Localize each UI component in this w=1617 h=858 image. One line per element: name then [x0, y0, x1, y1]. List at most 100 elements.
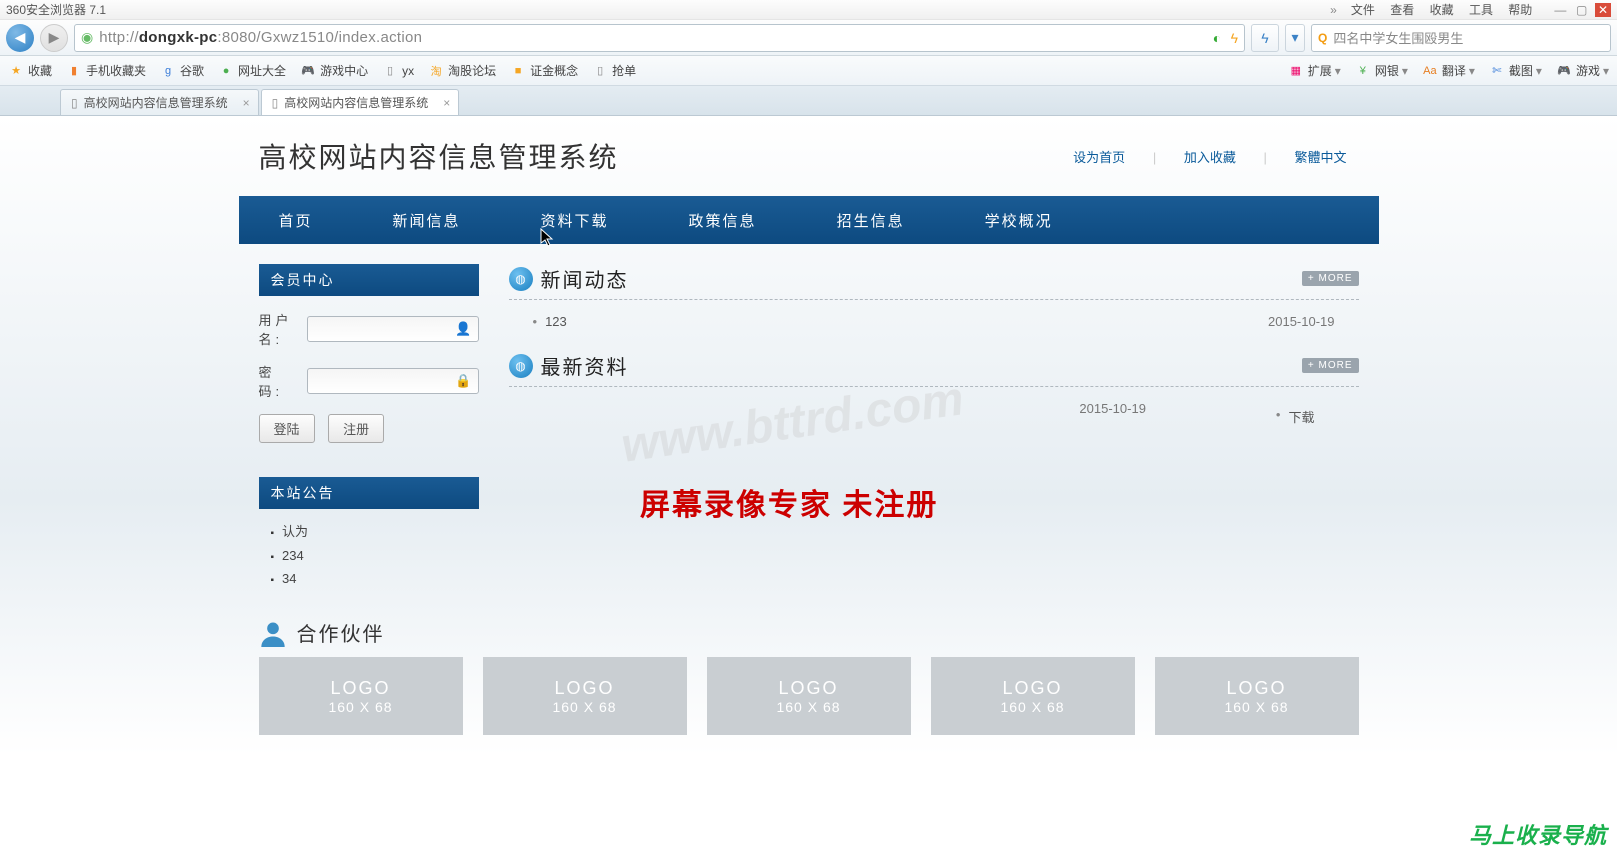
news-header: ◍ 新闻动态 + MORE [509, 264, 1359, 300]
max-button[interactable]: ▢ [1574, 3, 1590, 17]
resources-more-button[interactable]: + MORE [1302, 358, 1359, 373]
notice-item[interactable]: 认为 [263, 517, 475, 544]
bookmark-icon: ★ [8, 63, 24, 79]
link-add-fav[interactable]: 加入收藏 [1184, 150, 1236, 165]
toolbar-item[interactable]: 🎮游戏▾ [1556, 62, 1609, 79]
password-label: 密 码: [259, 362, 307, 400]
menu-help[interactable]: 帮助 [1508, 3, 1532, 17]
bookmarks-bar: ★收藏 ▮手机收藏夹 g谷歌 ●网址大全 🎮游戏中心 ▯yx 淘淘股论坛 ■证金概念 ▯抢单 ▦… [0, 56, 1617, 86]
min-button[interactable]: — [1552, 3, 1568, 17]
page-content: 高校网站内容信息管理系统 设为首页 | 加入收藏 | 繁體中文 首页 新闻信息 … [0, 116, 1617, 755]
nav-about[interactable]: 学校概况 [985, 210, 1053, 231]
nav-policy[interactable]: 政策信息 [689, 210, 757, 231]
browser-tab[interactable]: ▯高校网站内容信息管理系统× [60, 89, 259, 115]
site-header: 高校网站内容信息管理系统 设为首页 | 加入收藏 | 繁體中文 [239, 126, 1379, 196]
toolbar-item[interactable]: ¥网银▾ [1355, 62, 1408, 79]
chevron-down-icon: ▾ [1536, 64, 1542, 78]
search-engine-icon[interactable]: Q [1318, 31, 1327, 45]
doc-icon: ▯ [71, 96, 78, 110]
partner-logo[interactable]: LOGO160 X 68 [931, 657, 1135, 735]
flash-icon[interactable]: ϟ [1231, 30, 1238, 46]
chevron-down-icon: ▾ [1335, 64, 1341, 78]
toolbar-icon: ✄ [1489, 63, 1505, 79]
bookmark-icon: ▯ [592, 63, 608, 79]
news-title: 新闻动态 [541, 264, 629, 293]
bookmark-item[interactable]: ■证金概念 [510, 62, 578, 79]
bookmark-icon: 淘 [428, 63, 444, 79]
globe-icon: ◍ [509, 354, 533, 378]
nav-downloads[interactable]: 资料下载 [541, 210, 609, 231]
bookmark-item[interactable]: ●网址大全 [218, 62, 286, 79]
tab-bar: ▯高校网站内容信息管理系统×▯高校网站内容信息管理系统× [0, 86, 1617, 116]
top-links: 设为首页 | 加入收藏 | 繁體中文 [1061, 147, 1358, 166]
bookmark-item[interactable]: ▮手机收藏夹 [66, 62, 146, 79]
close-button[interactable]: ✕ [1595, 3, 1611, 17]
tab-close-icon[interactable]: × [243, 96, 250, 110]
bookmark-item[interactable]: ▯yx [382, 63, 414, 79]
partner-logo[interactable]: LOGO160 X 68 [1155, 657, 1359, 735]
partner-logo[interactable]: LOGO160 X 68 [707, 657, 911, 735]
bookmark-item[interactable]: 🎮游戏中心 [300, 62, 368, 79]
menu-file[interactable]: 文件 [1351, 3, 1375, 17]
search-box[interactable]: Q [1311, 24, 1611, 52]
password-input[interactable]: 🔒 [307, 368, 479, 394]
login-button[interactable]: 登陆 [259, 414, 315, 443]
eco-icon[interactable]: ◐ [1213, 30, 1221, 46]
browser-navbar: ◀ ▶ ◉ http://dongxk-pc:8080/Gxwz1510/ind… [0, 20, 1617, 56]
chevron-down-icon: ▾ [1469, 64, 1475, 78]
chevron-down-icon: ▾ [1603, 64, 1609, 78]
partner-logo[interactable]: LOGO160 X 68 [483, 657, 687, 735]
resource-download[interactable]: 下载 [1256, 401, 1335, 432]
nav-forward-button[interactable]: ▶ [40, 24, 68, 52]
news-body: 123 2015-10-19 [509, 300, 1359, 351]
toolbar-icon: ▦ [1288, 63, 1304, 79]
url-text: http://dongxk-pc:8080/Gxwz1510/index.act… [99, 29, 1207, 46]
menu-expand[interactable]: » [1330, 3, 1337, 17]
browser-titlebar: 360安全浏览器 7.1 » 文件 查看 收藏 工具 帮助 — ▢ ✕ [0, 0, 1617, 20]
nav-home[interactable]: 首页 [279, 210, 313, 231]
partners-title: 合作伙伴 [297, 618, 385, 647]
notice-item[interactable]: 34 [263, 567, 475, 590]
bookmark-item[interactable]: g谷歌 [160, 62, 204, 79]
bookmark-icon: 🎮 [300, 63, 316, 79]
speed-mode-button[interactable]: ϟ [1251, 24, 1279, 52]
news-item[interactable]: 123 2015-10-19 [513, 308, 1355, 335]
address-bar[interactable]: ◉ http://dongxk-pc:8080/Gxwz1510/index.a… [74, 24, 1245, 52]
member-panel-title: 会员中心 [259, 264, 479, 296]
user-icon: 👤 [455, 321, 471, 337]
site-title: 高校网站内容信息管理系统 [259, 136, 619, 176]
nav-news[interactable]: 新闻信息 [393, 210, 461, 231]
menu-fav[interactable]: 收藏 [1430, 3, 1454, 17]
notice-item[interactable]: 234 [263, 544, 475, 567]
addr-icons: ◐ ϟ [1207, 30, 1238, 46]
resource-date: 2015-10-19 [1079, 401, 1146, 432]
browser-tab[interactable]: ▯高校网站内容信息管理系统× [261, 89, 460, 115]
toolbar-item[interactable]: Aa翻译▾ [1422, 62, 1475, 79]
nav-admission[interactable]: 招生信息 [837, 210, 905, 231]
link-set-home[interactable]: 设为首页 [1073, 150, 1125, 165]
nav-back-button[interactable]: ◀ [6, 24, 34, 52]
search-input[interactable] [1333, 30, 1604, 45]
tab-close-icon[interactable]: × [443, 96, 450, 110]
bookmark-icon: g [160, 63, 176, 79]
lock-icon: 🔒 [455, 373, 471, 389]
menu-tools[interactable]: 工具 [1469, 3, 1493, 17]
partner-logo[interactable]: LOGO160 X 68 [259, 657, 463, 735]
menu-view[interactable]: 查看 [1390, 3, 1414, 17]
news-more-button[interactable]: + MORE [1302, 271, 1359, 286]
register-button[interactable]: 注册 [328, 414, 384, 443]
toolbar-item[interactable]: ✄截图▾ [1489, 62, 1542, 79]
bookmark-item[interactable]: ★收藏 [8, 62, 52, 79]
username-input[interactable]: 👤 [307, 316, 479, 342]
username-label: 用户名: [259, 310, 307, 348]
dropdown-button[interactable]: ▾ [1285, 24, 1305, 52]
resources-header: ◍ 最新资料 + MORE [509, 351, 1359, 387]
window-buttons: — ▢ ✕ [1550, 3, 1611, 17]
notice-panel-title: 本站公告 [259, 477, 479, 509]
browser-menu: 文件 查看 收藏 工具 帮助 [1345, 1, 1538, 18]
bookmark-item[interactable]: ▯抢单 [592, 62, 636, 79]
link-traditional[interactable]: 繁體中文 [1294, 150, 1346, 165]
bookmark-item[interactable]: 淘淘股论坛 [428, 62, 496, 79]
toolbar-item[interactable]: ▦扩展▾ [1288, 62, 1341, 79]
toolbar-icon: Aa [1422, 63, 1438, 79]
